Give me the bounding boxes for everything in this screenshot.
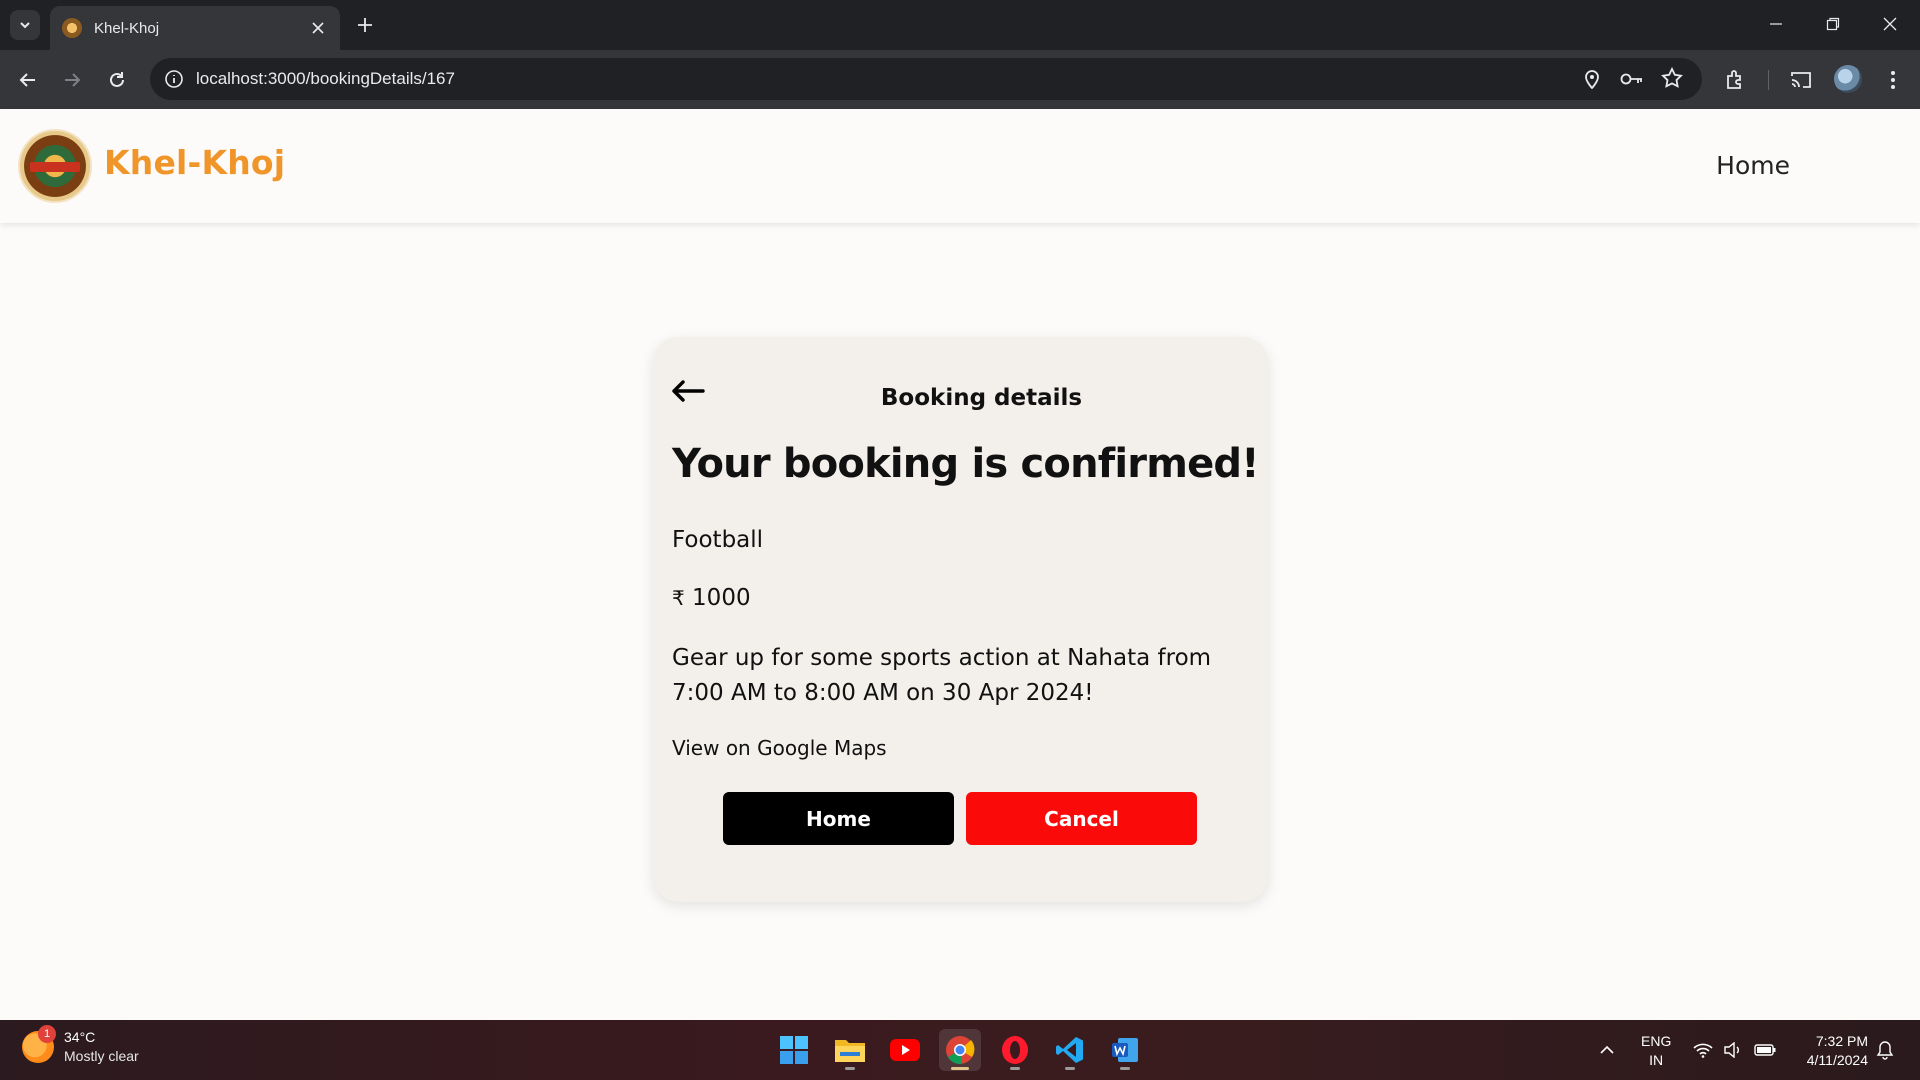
site-header: Khel-Khoj Home xyxy=(0,109,1920,223)
brand-name[interactable]: Khel-Khoj xyxy=(104,143,285,182)
bookmark-star-icon[interactable] xyxy=(1660,66,1684,90)
close-icon xyxy=(1883,17,1897,31)
back-button[interactable] xyxy=(12,64,44,96)
profile-avatar[interactable] xyxy=(1834,65,1862,93)
system-clock[interactable]: 7:32 PM 4/11/2024 xyxy=(1790,1032,1868,1070)
windows-start-icon[interactable] xyxy=(773,1029,815,1071)
close-window-button[interactable] xyxy=(1870,8,1910,40)
word-icon[interactable] xyxy=(1104,1029,1146,1071)
minimize-icon xyxy=(1770,23,1782,25)
clock-time: 7:32 PM xyxy=(1815,1033,1868,1049)
arrow-left-icon xyxy=(19,73,35,87)
battery-icon[interactable] xyxy=(1750,1029,1780,1071)
weather-temperature: 34°C xyxy=(64,1029,96,1045)
confirmation-headline: Your booking is confirmed! xyxy=(672,441,1259,487)
nav-home-link[interactable]: Home xyxy=(1716,151,1790,180)
opera-icon[interactable] xyxy=(994,1029,1036,1071)
language-code: ENG xyxy=(1641,1033,1672,1049)
volume-icon[interactable] xyxy=(1718,1029,1748,1071)
new-tab-button[interactable] xyxy=(352,12,378,38)
browser-tab-active[interactable]: Khel-Khoj xyxy=(50,6,340,50)
tab-search-button[interactable] xyxy=(10,10,40,40)
browser-tab-strip: Khel-Khoj xyxy=(0,0,1920,50)
url-text[interactable]: localhost:3000/bookingDetails/167 xyxy=(196,69,1702,89)
google-maps-link[interactable]: View on Google Maps xyxy=(672,736,887,760)
tab-close-icon[interactable] xyxy=(308,18,328,38)
file-explorer-icon[interactable] xyxy=(829,1029,871,1071)
panel-title: Booking details xyxy=(880,385,1083,411)
show-hidden-icons-chevron-up-icon[interactable] xyxy=(1590,1029,1624,1071)
wifi-icon[interactable] xyxy=(1688,1029,1718,1071)
reload-button[interactable] xyxy=(101,64,133,96)
chevron-down-icon xyxy=(20,22,30,29)
khel-khoj-logo[interactable] xyxy=(18,129,92,203)
password-key-icon[interactable] xyxy=(1620,67,1644,91)
weather-widget[interactable]: 1 34°C Mostly clear xyxy=(22,1025,139,1066)
menu-kebab-icon[interactable] xyxy=(1878,65,1908,95)
region-code: IN xyxy=(1649,1052,1664,1068)
site-info-icon[interactable] xyxy=(154,59,194,99)
extensions-icon[interactable] xyxy=(1720,65,1750,95)
plus-icon xyxy=(358,18,372,32)
tab-title: Khel-Khoj xyxy=(94,19,160,37)
price-amount: 1000 xyxy=(692,585,751,611)
notification-bell-icon[interactable] xyxy=(1870,1029,1900,1071)
clock-date: 4/11/2024 xyxy=(1806,1052,1868,1068)
windows-taskbar: 1 34°C Mostly clear ENG IN 7:32 PM 4/11/… xyxy=(0,1020,1920,1080)
language-indicator[interactable]: ENG IN xyxy=(1641,1032,1671,1070)
address-bar[interactable]: localhost:3000/bookingDetails/167 xyxy=(150,58,1702,100)
chrome-icon[interactable] xyxy=(939,1029,981,1071)
youtube-icon[interactable] xyxy=(884,1029,926,1071)
sport-name: Football xyxy=(672,527,764,553)
reload-icon xyxy=(110,72,124,87)
notification-badge: 1 xyxy=(38,1025,56,1043)
browser-toolbar: localhost:3000/bookingDetails/167 xyxy=(0,50,1920,109)
restore-icon xyxy=(1826,17,1840,31)
home-button[interactable]: Home xyxy=(723,792,954,845)
booking-details-card: Booking details Your booking is confirme… xyxy=(653,337,1268,902)
rupee-icon: ₹ xyxy=(672,586,685,610)
forward-button[interactable] xyxy=(56,64,88,96)
weather-condition: Mostly clear xyxy=(64,1048,139,1064)
cancel-booking-button[interactable]: Cancel xyxy=(966,792,1197,845)
booking-price: ₹ 1000 xyxy=(672,585,751,611)
minimize-button[interactable] xyxy=(1756,8,1796,40)
toolbar-divider xyxy=(1768,70,1769,90)
vscode-icon[interactable] xyxy=(1049,1029,1091,1071)
restore-button[interactable] xyxy=(1813,8,1853,40)
arrow-right-icon xyxy=(65,73,81,87)
cast-icon[interactable] xyxy=(1786,65,1816,95)
site-favicon-icon xyxy=(62,18,82,38)
weather-icon: 1 xyxy=(22,1025,56,1063)
booking-description: Gear up for some sports action at Nahata… xyxy=(672,645,1212,706)
location-icon[interactable] xyxy=(1580,67,1604,91)
